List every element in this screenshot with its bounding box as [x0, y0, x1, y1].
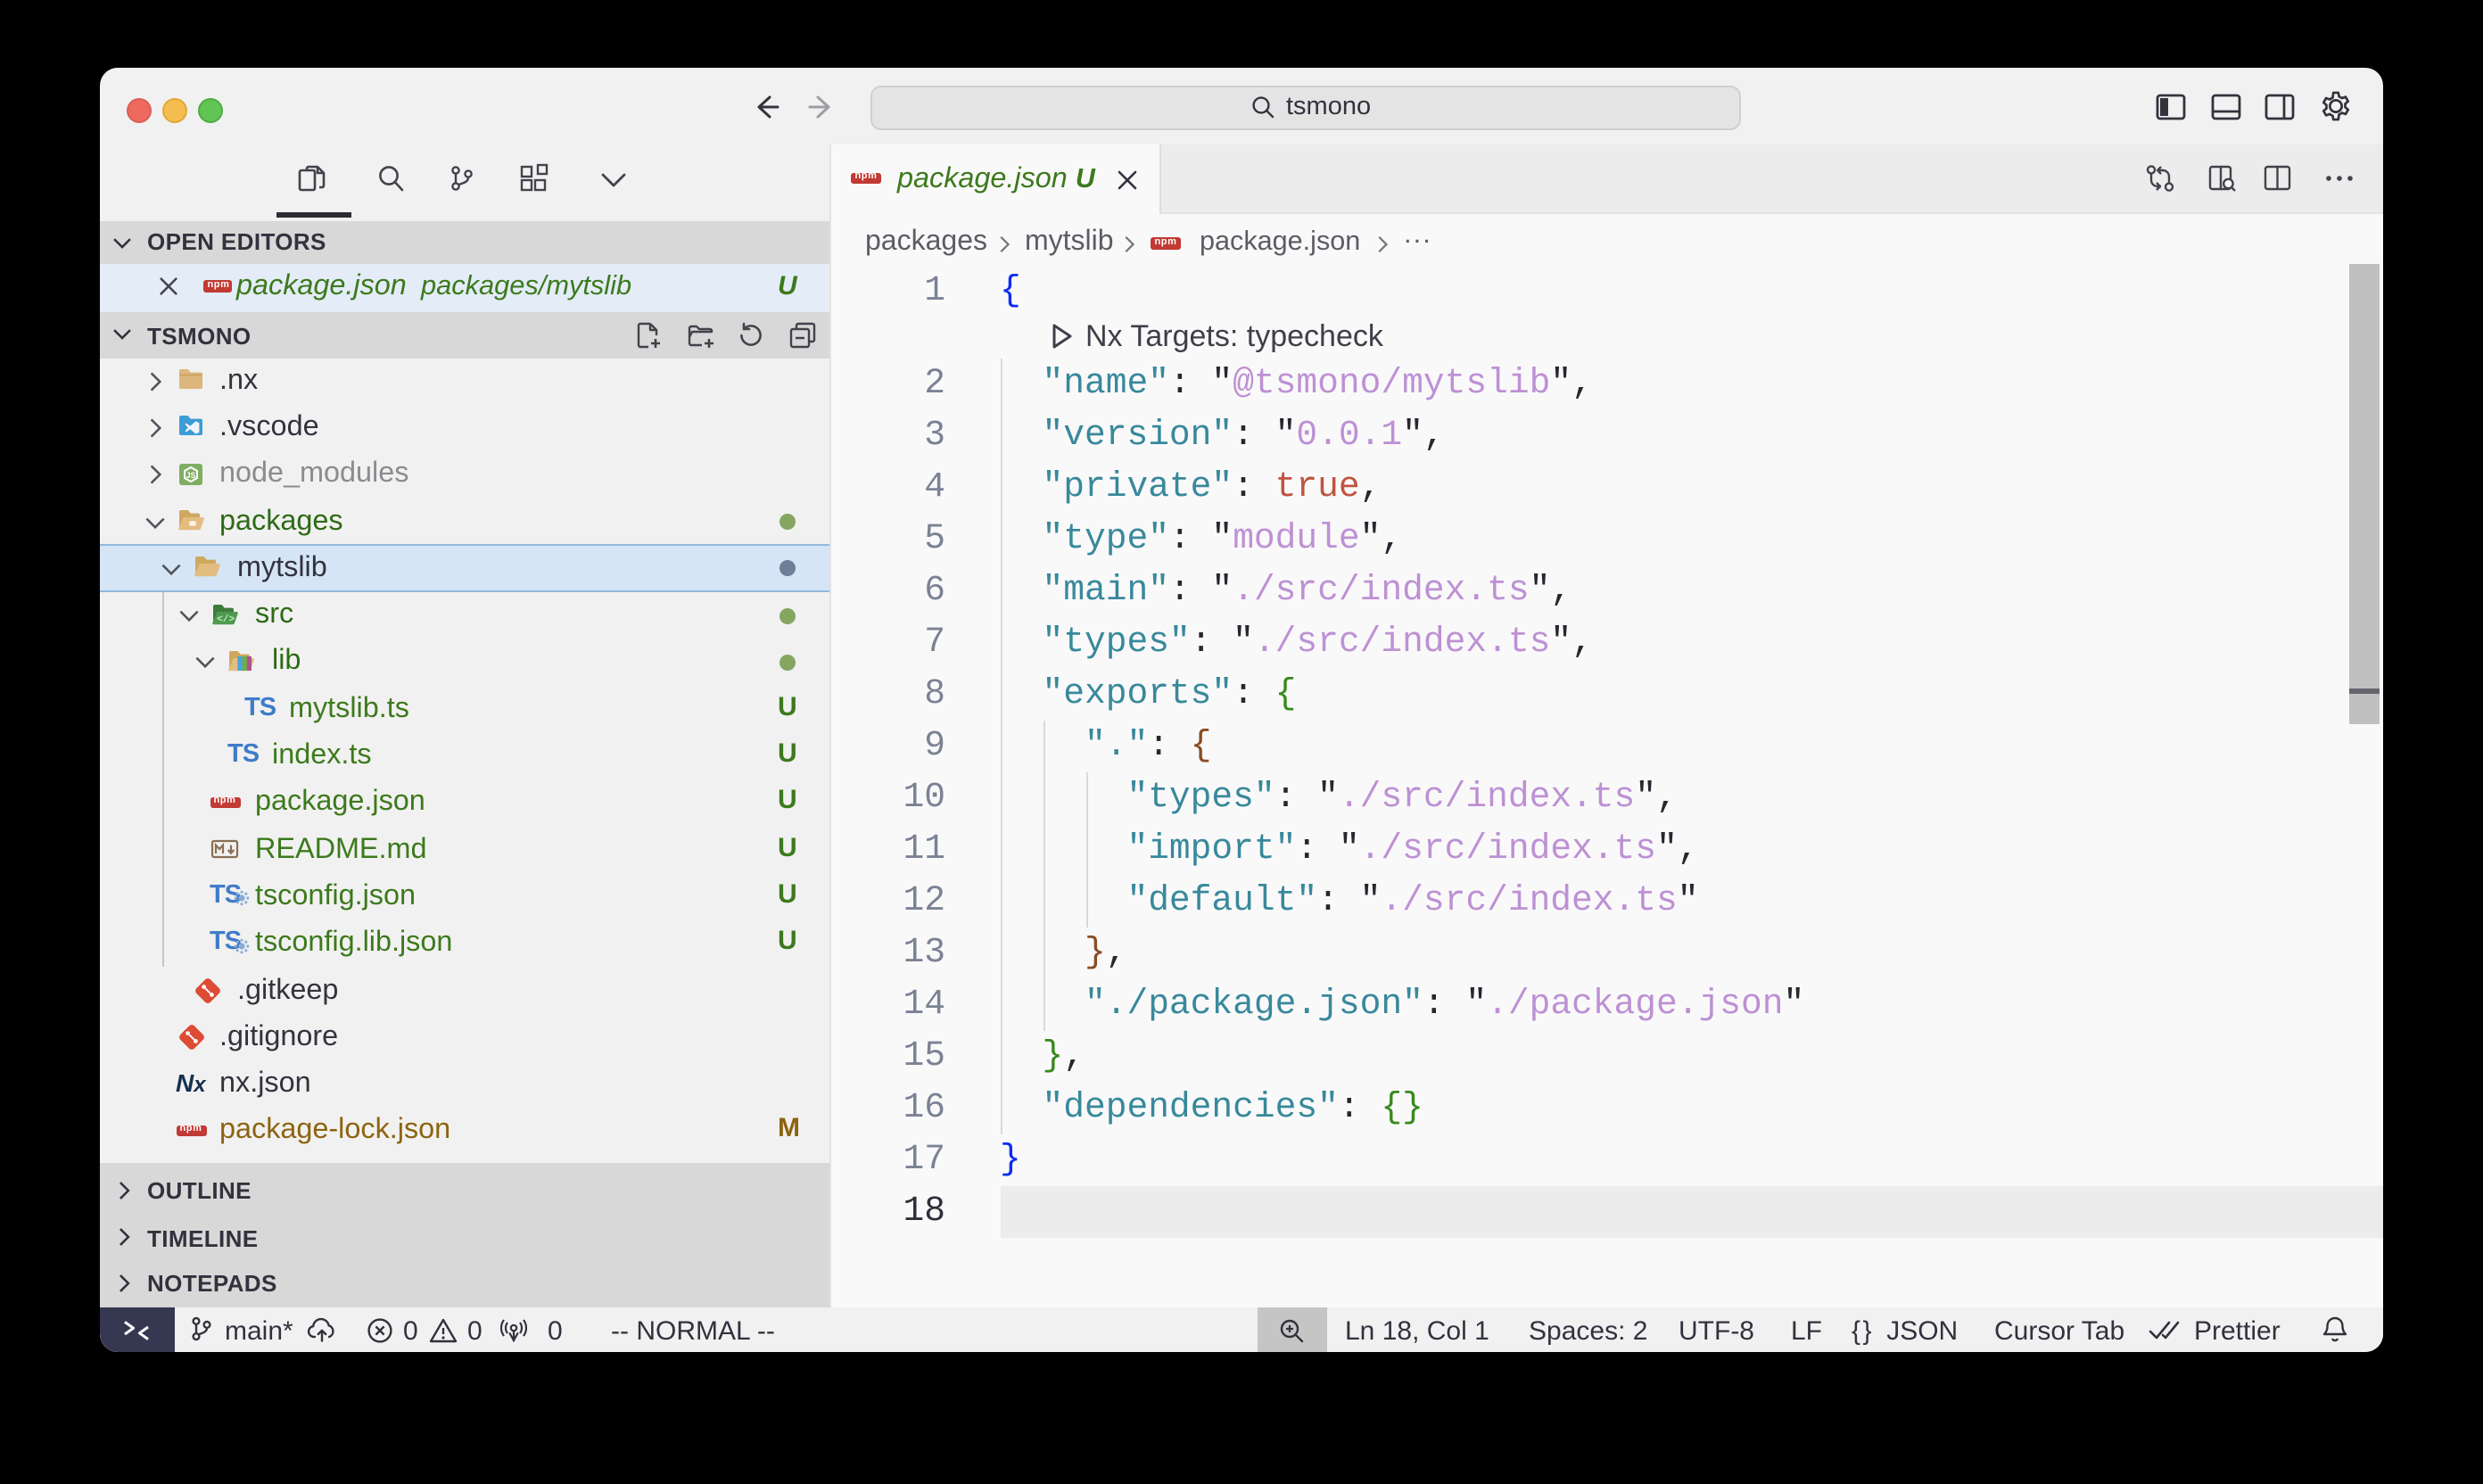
svg-text:JS: JS — [185, 471, 194, 480]
svg-text:</>: </> — [216, 614, 234, 624]
